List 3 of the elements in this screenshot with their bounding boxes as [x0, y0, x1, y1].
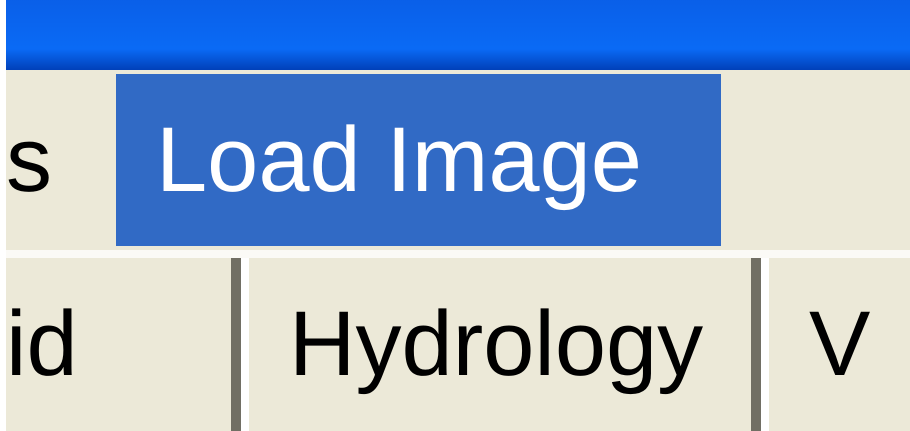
tab[interactable]: Hydrology — [241, 258, 761, 431]
menu-item[interactable]: s — [6, 74, 110, 246]
menu-item[interactable]: Load Image — [116, 74, 721, 246]
